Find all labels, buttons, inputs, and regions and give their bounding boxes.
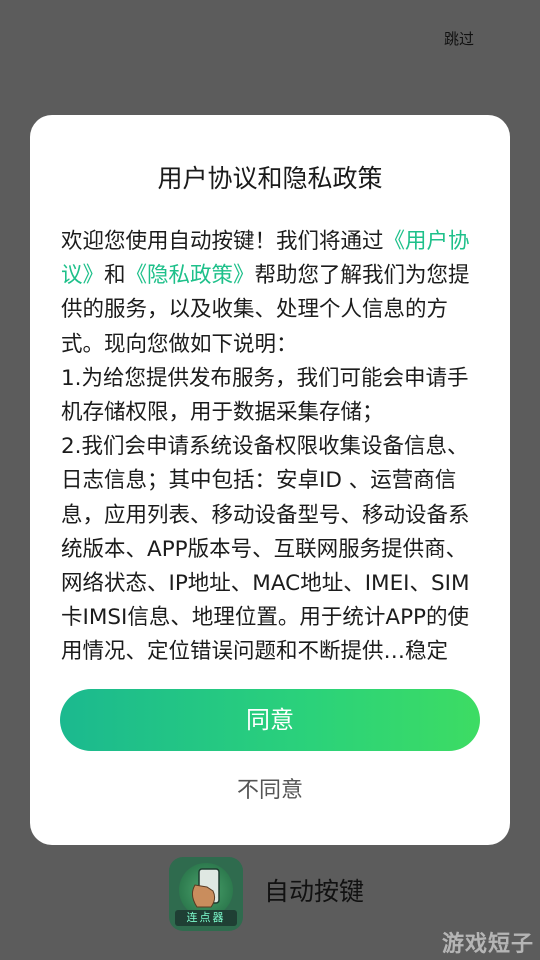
dialog-body-scroll[interactable]: 欢迎您使用自动按键！我们将通过《用户协议》和《隐私政策》帮助您了解我们为您提供的… — [61, 225, 481, 673]
disagree-button[interactable]: 不同意 — [170, 773, 370, 809]
auto-clicker-app-icon: 连点器 — [169, 857, 243, 931]
item-2: 2.我们会申请系统设备权限收集设备信息、日志信息；其中包括：安卓ID 、运营商信… — [61, 434, 470, 665]
intro-paragraph: 欢迎您使用自动按键！我们将通过《用户协议》和《隐私政策》帮助您了解我们为您提供的… — [61, 225, 481, 362]
and-text: 和 — [104, 263, 126, 289]
intro-text: 欢迎您使用自动按键！我们将通过 — [61, 229, 384, 254]
item-1: 1.为给您提供发布服务，我们可能会申请手机存储权限，用于数据采集存储； — [61, 365, 469, 426]
privacy-policy-link[interactable]: 《隐私政策》 — [126, 263, 255, 288]
dialog-title: 用户协议和隐私政策 — [157, 164, 383, 193]
agree-button[interactable]: 同意 — [60, 689, 480, 751]
screen: 跳过 用户协议和隐私政策 欢迎您使用自动按键！我们将通过《用户协议》和《隐私政策… — [0, 0, 540, 960]
icon-badge: 连点器 — [175, 910, 237, 926]
privacy-dialog: 用户协议和隐私政策 欢迎您使用自动按键！我们将通过《用户协议》和《隐私政策》帮助… — [30, 115, 510, 845]
app-name: 自动按键 — [264, 877, 365, 906]
watermark: 游戏短子 — [441, 932, 534, 957]
skip-button[interactable]: 跳过 — [444, 29, 474, 49]
